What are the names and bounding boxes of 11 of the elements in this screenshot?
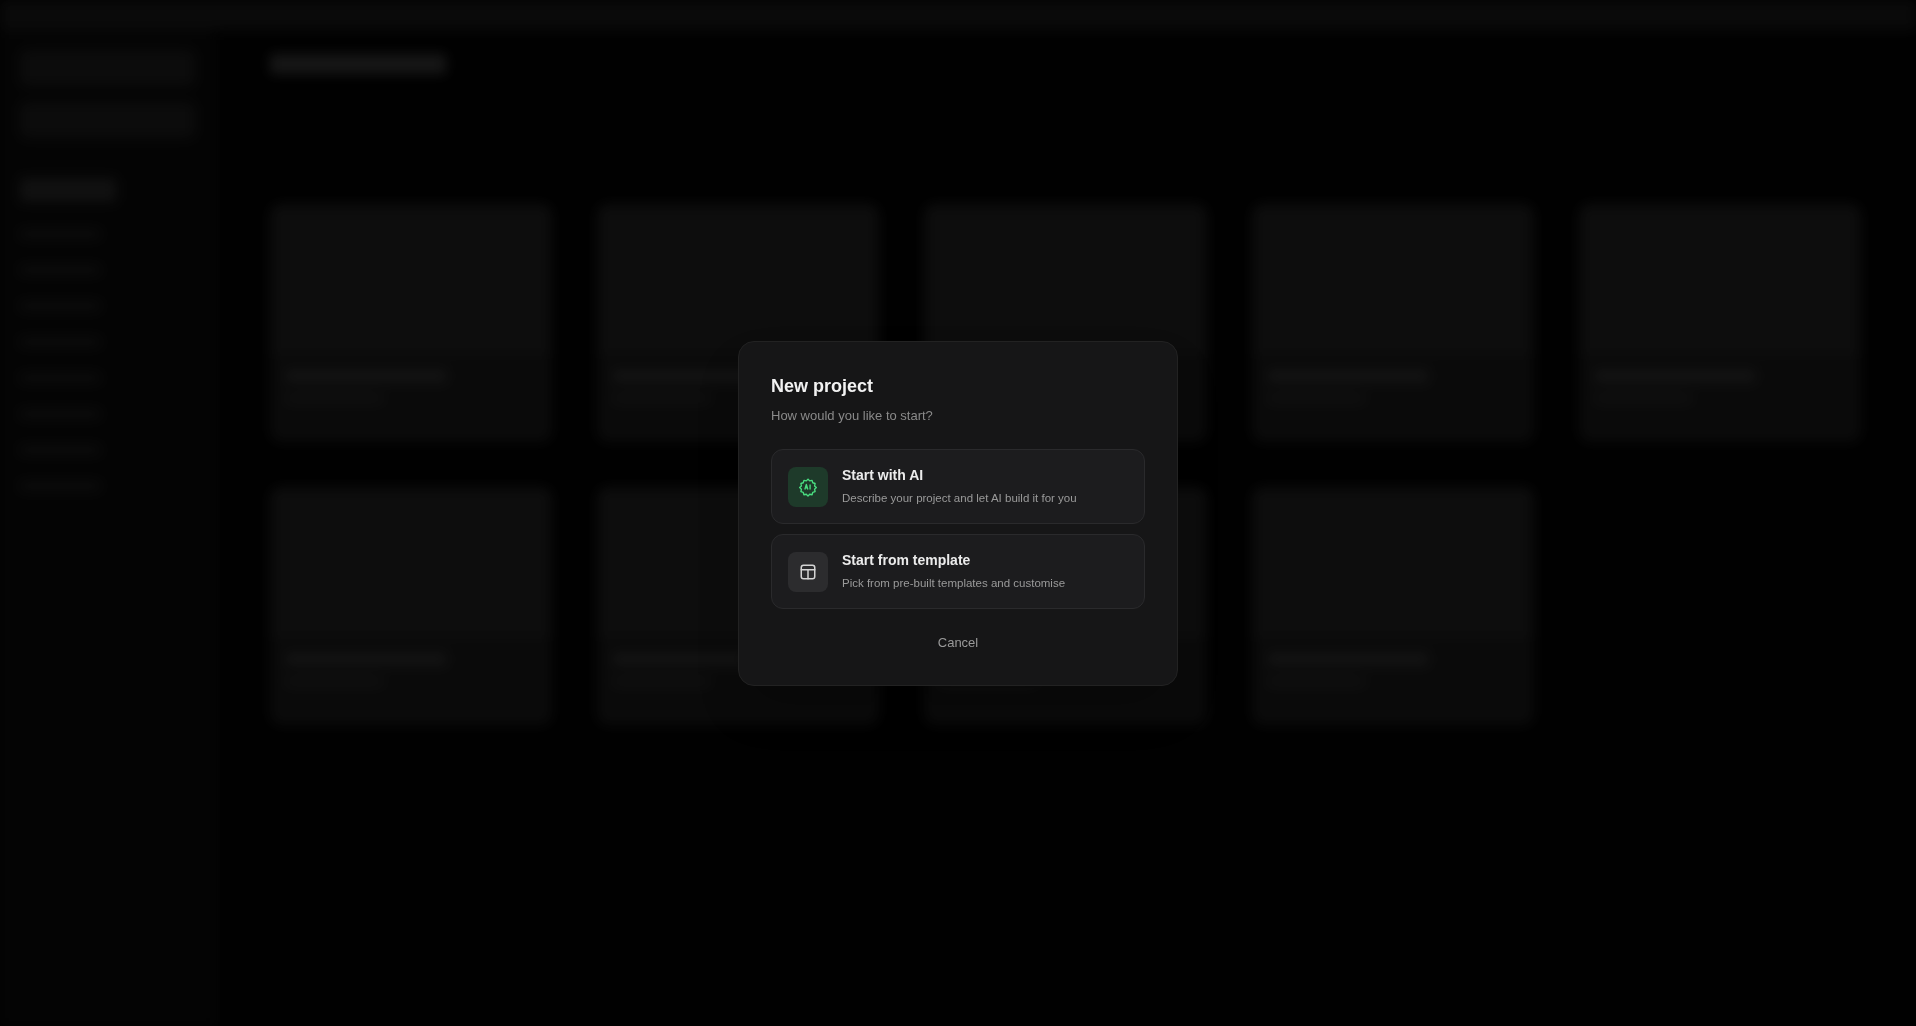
dialog-subtitle: How would you like to start? [771, 406, 934, 425]
start-option[interactable]: Start from template Pick from pre-built templates and customise [771, 534, 1145, 609]
option-title: Start from template [842, 551, 972, 571]
cancel-button[interactable]: Cancel [925, 629, 991, 657]
option-description: Pick from pre-built templates and customise [842, 576, 1066, 592]
dialog-title: New project [771, 374, 875, 398]
ai-gear-icon [798, 476, 818, 497]
option-title: Start with AI [842, 466, 925, 486]
option-description: Describe your project and let AI build it for you [842, 491, 1077, 507]
start-option[interactable]: Start with AI Describe your project and let AI build it for you [771, 449, 1145, 524]
layout-icon [799, 562, 817, 581]
